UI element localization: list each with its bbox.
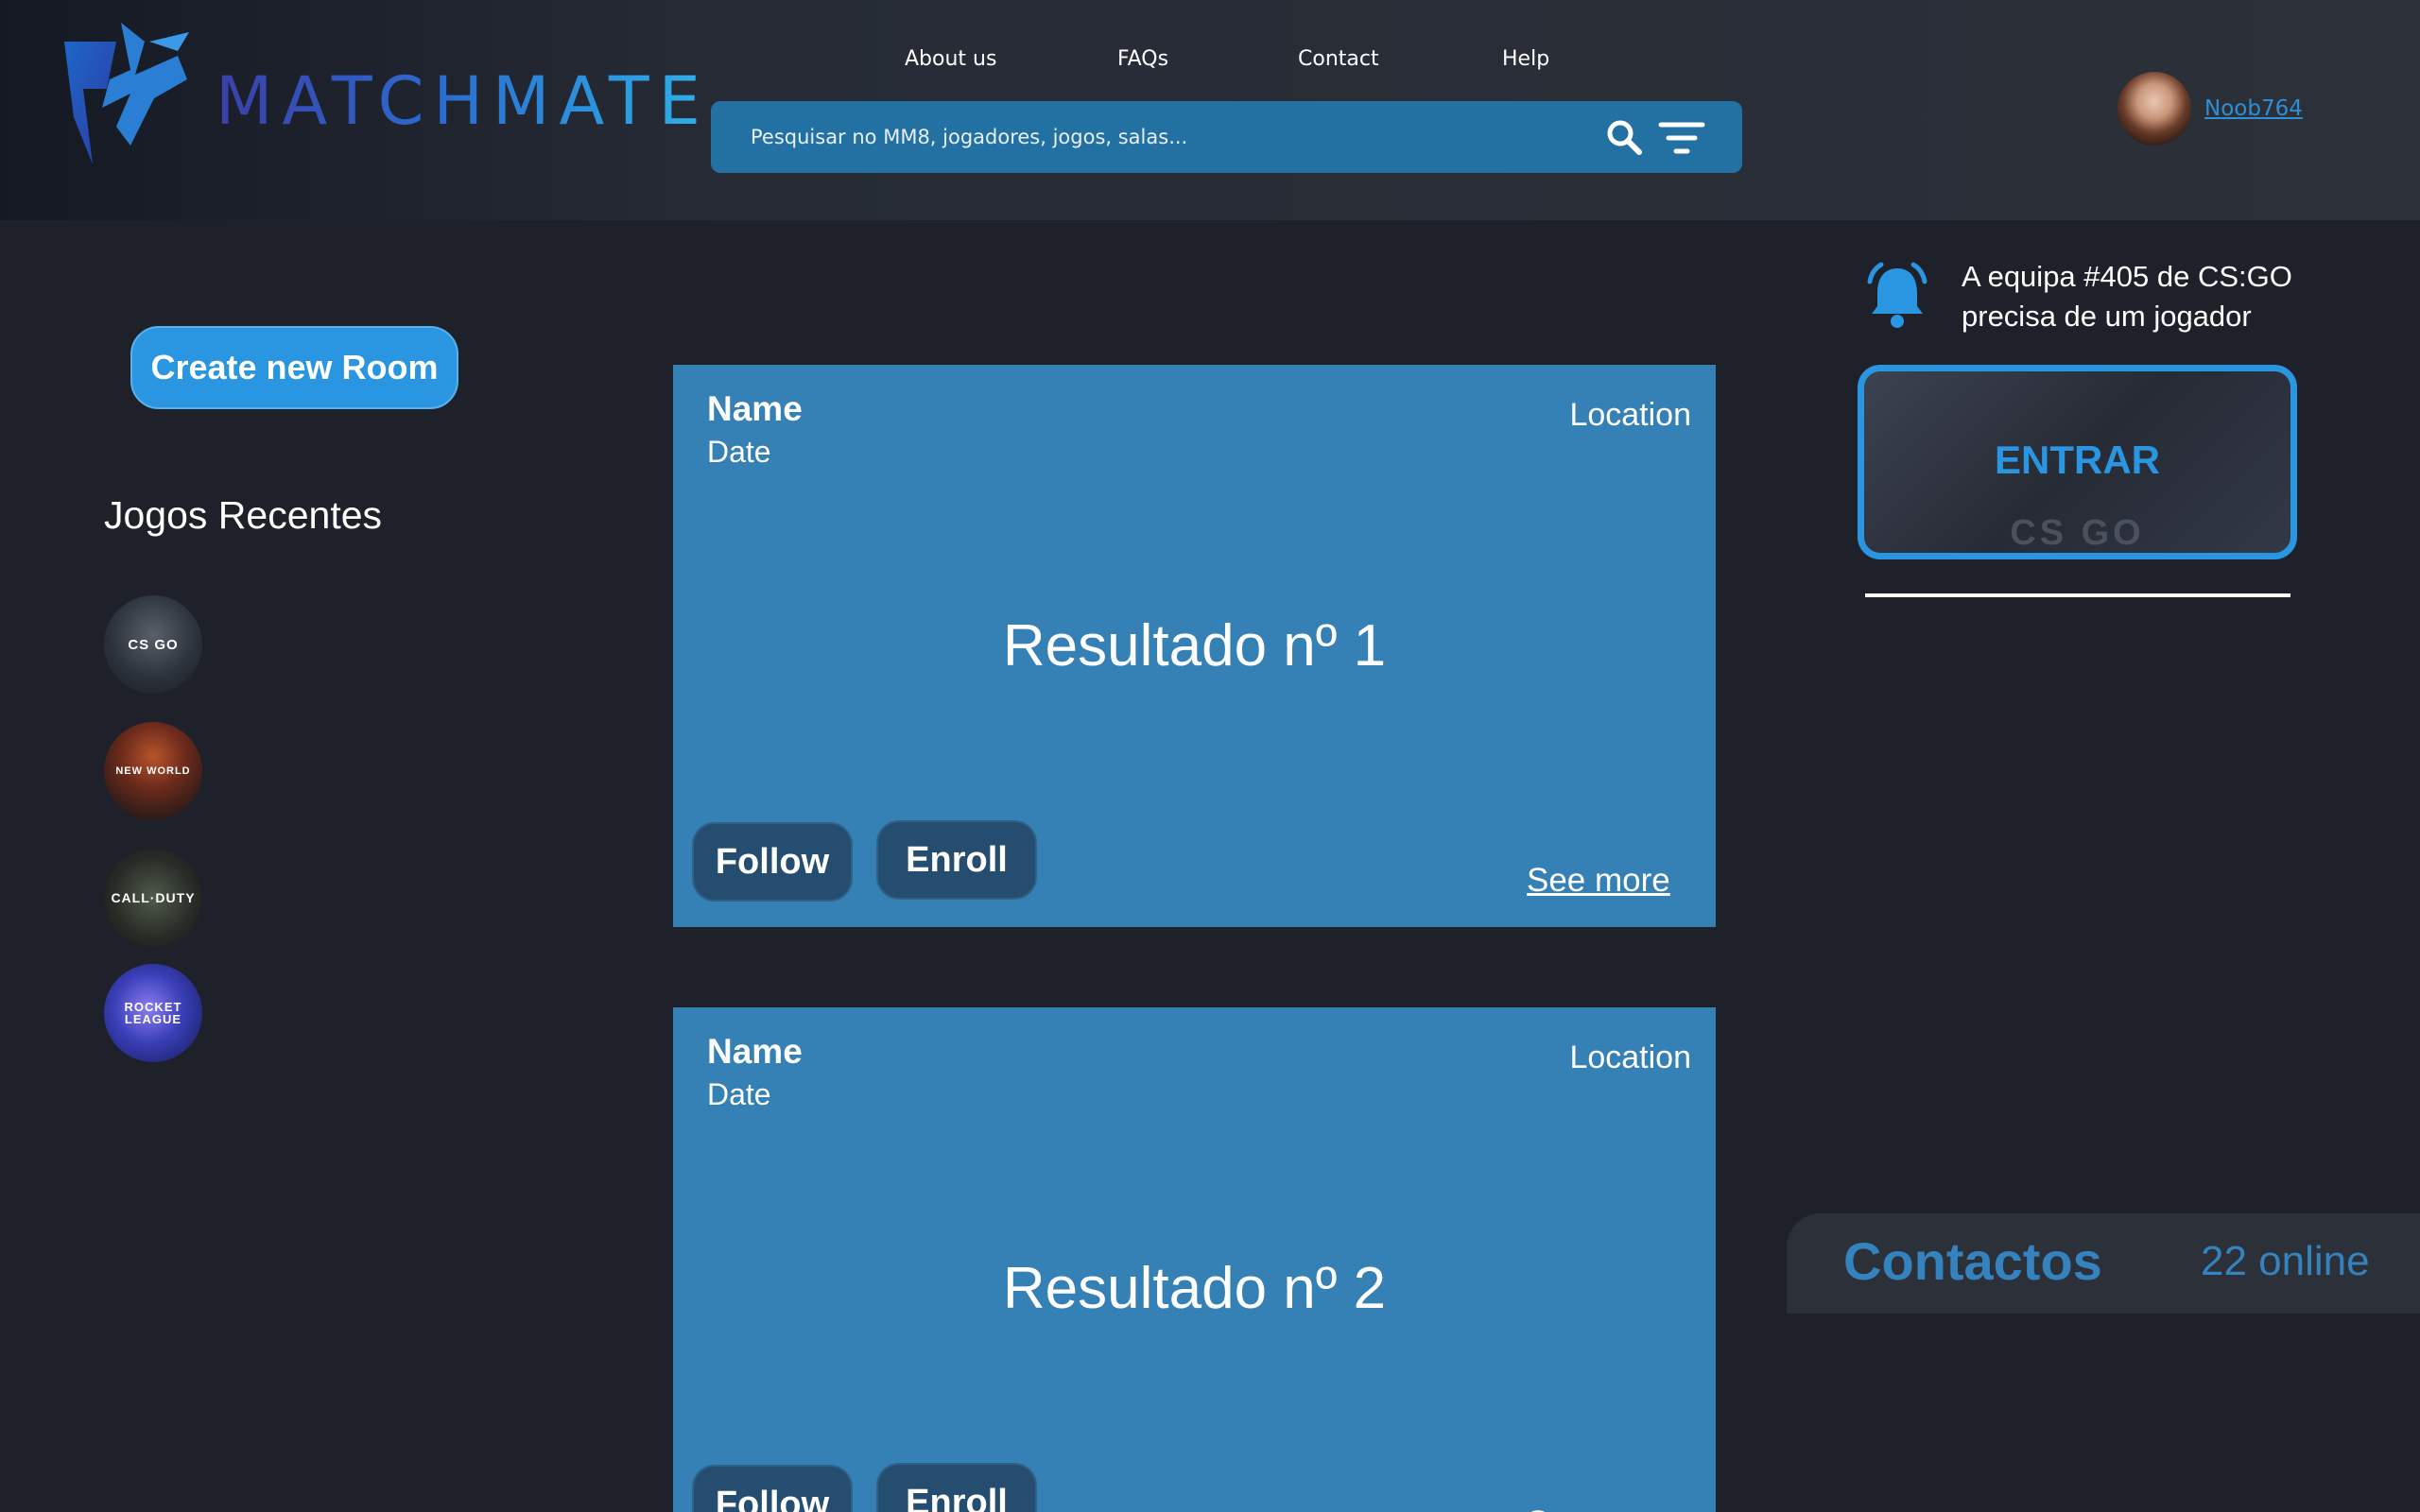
matchmate-logo-icon[interactable]	[64, 23, 192, 174]
game-label: CS GO	[128, 636, 179, 653]
enroll-button[interactable]: Enroll	[876, 820, 1037, 900]
recent-game-rocket-league[interactable]: ROCKET LEAGUE	[104, 964, 202, 1062]
logo-text[interactable]: MATCHMATE	[216, 62, 710, 140]
entrar-button[interactable]: ENTRAR CS GO	[1858, 365, 2297, 559]
see-more-link[interactable]: See more	[1527, 862, 1670, 900]
csgo-watermark: CS GO	[2010, 513, 2145, 553]
filter-icon[interactable]	[1658, 120, 1705, 156]
bell-icon[interactable]	[1862, 261, 1932, 331]
top-header: MATCHMATE About us FAQs Contact Help Noo…	[0, 0, 2420, 220]
nav-faqs[interactable]: FAQs	[1117, 47, 1168, 71]
contacts-title: Contactos	[1843, 1231, 2102, 1291]
game-label: NEW WORLD	[115, 765, 191, 777]
divider	[1865, 593, 2290, 597]
card-result-title: Resultado nº 1	[1002, 613, 1387, 679]
contacts-panel[interactable]: Contactos 22 online	[1787, 1213, 2420, 1314]
see-more-link[interactable]: See more	[1527, 1504, 1670, 1512]
result-card: Name Date Location Resultado nº 2 Follow…	[673, 1007, 1716, 1512]
card-location: Location	[1569, 1040, 1691, 1075]
contacts-online-count: 22 online	[2201, 1238, 2370, 1284]
card-location: Location	[1569, 397, 1691, 433]
card-name: Name	[707, 389, 803, 428]
user-avatar[interactable]	[2118, 72, 2191, 146]
follow-button[interactable]: Follow	[692, 822, 853, 902]
username-link[interactable]: Noob764	[2204, 96, 2303, 121]
recent-games-title: Jogos Recentes	[104, 493, 383, 537]
follow-button[interactable]: Follow	[692, 1465, 853, 1512]
enroll-button[interactable]: Enroll	[876, 1463, 1037, 1512]
card-result-title: Resultado nº 2	[1002, 1256, 1387, 1321]
entrar-label: ENTRAR	[1995, 438, 2160, 482]
nav-about-us[interactable]: About us	[905, 47, 996, 71]
game-label: CALL·DUTY	[111, 890, 196, 905]
result-card: Name Date Location Resultado nº 1 Follow…	[673, 365, 1716, 927]
search-bar	[711, 101, 1742, 173]
card-date: Date	[707, 1077, 771, 1111]
card-name: Name	[707, 1032, 803, 1071]
nav-help[interactable]: Help	[1502, 47, 1549, 71]
nav-contact[interactable]: Contact	[1298, 47, 1379, 71]
recent-game-new-world[interactable]: NEW WORLD	[104, 722, 202, 820]
search-icon[interactable]	[1605, 118, 1643, 156]
notification-text: A equipa #405 de CS:GO precisa de um jog…	[1962, 260, 2292, 333]
card-date: Date	[707, 435, 771, 469]
create-new-room-button[interactable]: Create new Room	[130, 326, 458, 409]
game-label: ROCKET LEAGUE	[124, 1000, 182, 1026]
recent-game-call-of-duty[interactable]: CALL·DUTY	[104, 849, 202, 947]
recent-game-csgo[interactable]: CS GO	[104, 595, 202, 694]
search-input[interactable]	[751, 118, 1554, 156]
